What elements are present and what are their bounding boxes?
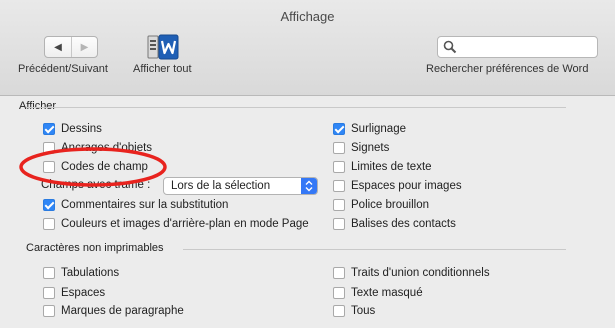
option-commentaires-substitution[interactable]: Commentaires sur la substitution — [43, 198, 228, 212]
checkbox[interactable] — [43, 123, 55, 135]
section-title-caracteres: Caractères non imprimables — [26, 242, 164, 254]
champs-trame-select[interactable]: Lors de la sélection — [163, 177, 318, 195]
option-label: Tous — [351, 305, 376, 317]
show-all-label[interactable]: Afficher tout — [133, 63, 192, 75]
option-label: Espaces — [61, 287, 106, 299]
next-button[interactable]: ▶ — [70, 37, 97, 57]
checkbox[interactable] — [43, 199, 55, 211]
option-dessins[interactable]: Dessins — [43, 122, 102, 136]
search-label: Rechercher préférences de Word — [426, 63, 589, 75]
option-label: Surlignage — [351, 123, 406, 135]
option-balises-contacts[interactable]: Balises des contacts — [333, 217, 456, 231]
checkbox[interactable] — [333, 267, 345, 279]
option-tous[interactable]: Tous — [333, 304, 375, 318]
arrow-right-icon: ▶ — [80, 41, 89, 53]
previous-button[interactable]: ◀ — [45, 37, 71, 57]
option-tabulations[interactable]: Tabulations — [43, 266, 119, 280]
search-input[interactable] — [460, 38, 594, 56]
checkbox[interactable] — [43, 305, 55, 317]
checkbox[interactable] — [333, 123, 345, 135]
option-label: Traits d'union conditionnels — [351, 267, 490, 279]
checkbox[interactable] — [333, 142, 345, 154]
toolbar: Affichage ◀ ▶ Précédent/Suivant Afficher… — [0, 0, 615, 96]
option-texte-masque[interactable]: Texte masqué — [333, 286, 423, 300]
annotation-ellipse — [19, 147, 167, 187]
search-field[interactable] — [437, 36, 598, 58]
section-divider — [26, 107, 566, 108]
option-label: Limites de texte — [351, 161, 432, 173]
option-limites-texte[interactable]: Limites de texte — [333, 160, 432, 174]
word-grid-icon[interactable] — [146, 33, 180, 61]
search-icon — [443, 40, 457, 54]
section-title-afficher: Afficher — [19, 100, 57, 112]
section-divider — [183, 249, 566, 250]
option-label: Balises des contacts — [351, 218, 456, 230]
checkbox[interactable] — [333, 287, 345, 299]
checkbox[interactable] — [333, 218, 345, 230]
checkbox[interactable] — [333, 199, 345, 211]
option-couleurs-images-arriere-plan[interactable]: Couleurs et images d'arrière-plan en mod… — [43, 217, 309, 231]
option-espaces[interactable]: Espaces — [43, 286, 105, 300]
checkbox[interactable] — [43, 287, 55, 299]
option-marques-paragraphe[interactable]: Marques de paragraphe — [43, 304, 184, 318]
option-label: Espaces pour images — [351, 180, 462, 192]
option-traits-union[interactable]: Traits d'union conditionnels — [333, 266, 490, 280]
checkbox[interactable] — [43, 267, 55, 279]
option-label: Couleurs et images d'arrière-plan en mod… — [61, 218, 309, 230]
checkbox[interactable] — [333, 305, 345, 317]
select-arrows — [301, 178, 317, 194]
nav-segmented-control: ◀ ▶ — [44, 36, 98, 58]
checkbox[interactable] — [333, 161, 345, 173]
nav-label: Précédent/Suivant — [18, 63, 108, 75]
option-police-brouillon[interactable]: Police brouillon — [333, 198, 429, 212]
option-signets[interactable]: Signets — [333, 141, 389, 155]
checkbox[interactable] — [43, 218, 55, 230]
arrow-left-icon: ◀ — [54, 41, 62, 53]
option-espaces-images[interactable]: Espaces pour images — [333, 179, 462, 193]
window-title: Affichage — [280, 9, 335, 24]
updown-chevron-icon — [305, 180, 313, 192]
option-label: Police brouillon — [351, 199, 429, 211]
option-label: Signets — [351, 142, 390, 154]
checkbox[interactable] — [333, 180, 345, 192]
option-label: Marques de paragraphe — [61, 305, 184, 317]
option-surlignage[interactable]: Surlignage — [333, 122, 406, 136]
option-label: Texte masqué — [351, 287, 423, 299]
option-label: Dessins — [61, 123, 102, 135]
select-value: Lors de la sélection — [171, 180, 271, 192]
option-label: Tabulations — [61, 267, 120, 279]
option-label: Commentaires sur la substitution — [61, 199, 229, 211]
